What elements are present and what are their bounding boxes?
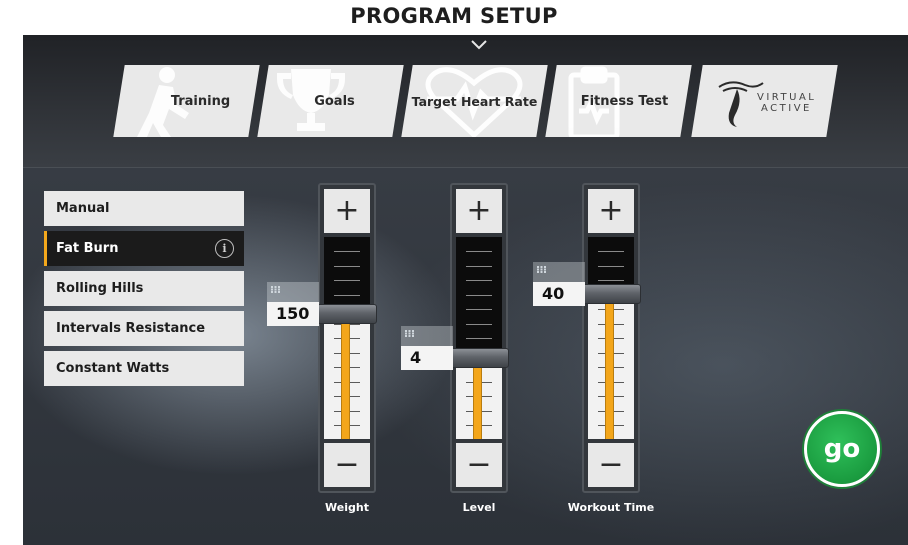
slider-tick [466, 295, 492, 296]
weight-value: 150 [267, 301, 319, 326]
tab-virtual-active[interactable]: VIRTUAL ACTIVE [691, 65, 838, 137]
keypad-grip[interactable] [533, 261, 585, 282]
weight-slider-thumb[interactable] [317, 303, 377, 324]
program-item-rolling-hills[interactable]: Rolling Hills [44, 271, 244, 306]
tab-training[interactable]: Training [113, 65, 260, 137]
weight-decrease-button[interactable]: − [324, 443, 370, 487]
go-button[interactable]: go [804, 411, 880, 487]
tab-target-heart-rate-label: Target Heart Rate [411, 93, 538, 109]
weight-label: Weight [325, 501, 369, 514]
tab-fitness-test-label: Fitness Test [580, 93, 669, 109]
slider-track-upper [324, 237, 370, 314]
virtual-active-line2: ACTIVE [761, 103, 812, 114]
tab-target-heart-rate[interactable]: Target Heart Rate [401, 65, 548, 137]
level-slider[interactable]: + − [449, 183, 509, 493]
program-category-bar: Training Goals Target Heart Rate Fitness… [23, 35, 908, 168]
slider-tick [466, 266, 492, 267]
keypad-icon [405, 330, 414, 338]
virtual-active-line1: VIRTUAL [757, 92, 817, 103]
slider-tick [334, 280, 360, 281]
keypad-grip[interactable] [267, 281, 319, 302]
slider-tick [598, 266, 624, 267]
level-value: 4 [401, 346, 453, 371]
info-icon[interactable]: i [215, 239, 234, 258]
slider-track-upper [456, 237, 502, 359]
level-increase-button[interactable]: + [456, 189, 502, 233]
keypad-grip[interactable] [401, 326, 453, 347]
slider-tick [334, 295, 360, 296]
program-item-intervals-resistance[interactable]: Intervals Resistance [44, 311, 244, 346]
level-value-box[interactable]: 4 [401, 326, 453, 371]
workout-time-label: Workout Time [567, 501, 655, 514]
tab-fitness-test[interactable]: Fitness Test [545, 65, 692, 137]
slider-tick [466, 324, 492, 325]
slider-fill [341, 323, 350, 439]
weight-increase-button[interactable]: + [324, 189, 370, 233]
keypad-icon [537, 265, 546, 273]
level-decrease-button[interactable]: − [456, 443, 502, 487]
workout-time-value: 40 [533, 281, 585, 306]
level-slider-thumb[interactable] [449, 348, 509, 369]
program-item-label: Rolling Hills [56, 281, 144, 296]
slider-tick [334, 266, 360, 267]
slider-tick [466, 280, 492, 281]
slider-tick [334, 251, 360, 252]
workout-time-slider[interactable]: + − [581, 183, 641, 493]
workout-time-slider-thumb[interactable] [581, 283, 641, 304]
slider-tick [466, 338, 492, 339]
program-item-label: Manual [56, 201, 110, 216]
program-item-fat-burn[interactable]: Fat Burn i [44, 231, 244, 266]
tab-goals[interactable]: Goals [257, 65, 404, 137]
workout-time-increase-button[interactable]: + [588, 189, 634, 233]
slider-fill [605, 303, 614, 439]
slider-tick [466, 309, 492, 310]
slider-tick [466, 251, 492, 252]
program-item-manual[interactable]: Manual [44, 191, 244, 226]
chevron-down-icon[interactable] [470, 39, 488, 51]
program-item-label: Fat Burn [56, 241, 119, 256]
workout-time-value-box[interactable]: 40 [533, 261, 585, 306]
slider-tick [598, 280, 624, 281]
program-item-constant-watts[interactable]: Constant Watts [44, 351, 244, 386]
page-title: PROGRAM SETUP [350, 4, 558, 28]
program-item-label: Constant Watts [56, 361, 170, 376]
program-item-label: Intervals Resistance [56, 321, 206, 336]
console-screen: Training Goals Target Heart Rate Fitness… [23, 35, 908, 545]
keypad-icon [271, 285, 280, 293]
slider-fill [473, 368, 482, 439]
slider-tick [598, 251, 624, 252]
virtual-active-text: VIRTUAL ACTIVE [757, 92, 816, 114]
weight-value-box[interactable]: 150 [267, 281, 319, 326]
weight-slider[interactable]: + − [317, 183, 377, 493]
level-label: Level [462, 501, 496, 514]
workout-time-decrease-button[interactable]: − [588, 443, 634, 487]
tab-training-label: Training [170, 93, 231, 109]
tab-goals-label: Goals [314, 93, 355, 109]
